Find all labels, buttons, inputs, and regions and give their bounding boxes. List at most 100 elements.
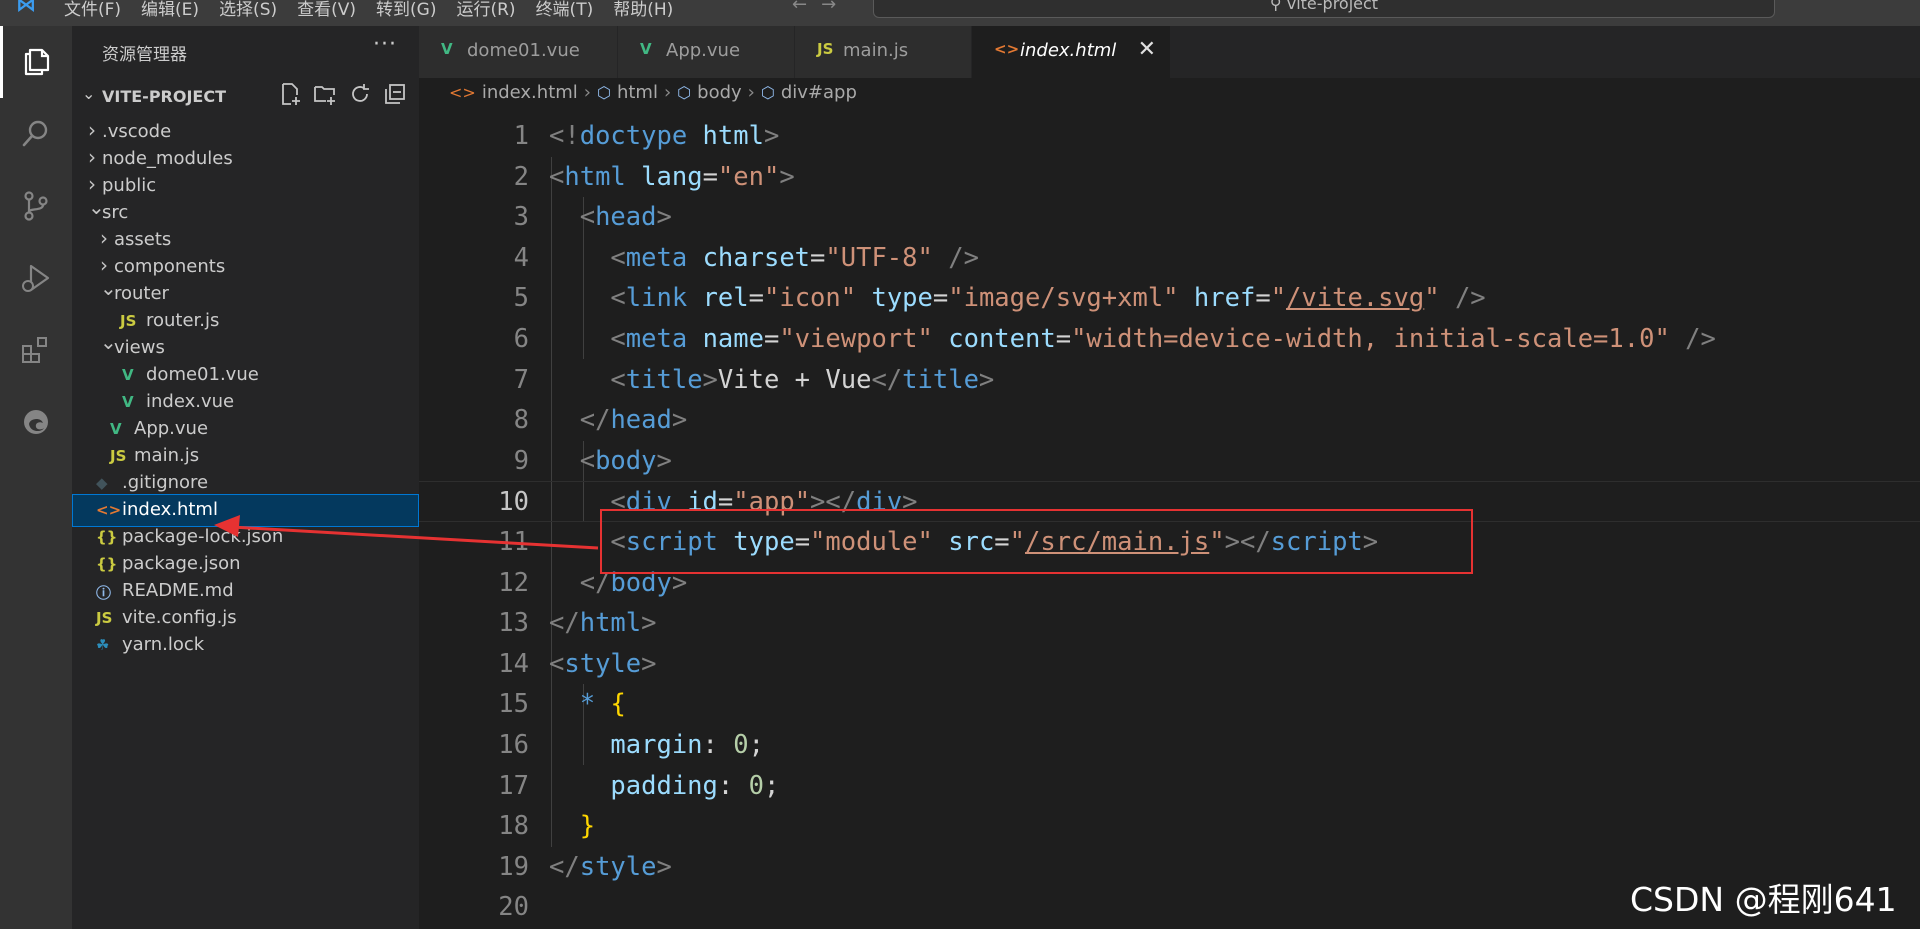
line-number: 1 bbox=[513, 121, 529, 151]
info-icon: ⓘ bbox=[96, 584, 112, 602]
code-text: <!doctype html> bbox=[549, 121, 780, 151]
new-file-icon[interactable] bbox=[277, 81, 303, 107]
tree-item-label: views bbox=[114, 337, 165, 358]
html-file-icon: <> bbox=[449, 83, 476, 102]
tab-App-vue[interactable]: V App.vue bbox=[618, 26, 795, 78]
vue-file-icon: V bbox=[441, 40, 453, 58]
tab-label: dome01.vue bbox=[467, 40, 580, 61]
tab-main-js[interactable]: JS main.js bbox=[795, 26, 972, 78]
code-line: 13 </html> bbox=[419, 603, 1920, 644]
edge-tools-icon[interactable] bbox=[0, 386, 72, 458]
menu-item[interactable]: 转到(G) bbox=[376, 0, 436, 20]
nav-arrows[interactable]: ←→ bbox=[792, 0, 850, 15]
annotation-highlight-box bbox=[600, 509, 1473, 574]
explorer-sidebar: 资源管理器 ··· ⌄ VITE-PROJECT › .vscode › node_m… bbox=[72, 26, 419, 929]
tab-bar: Vdome01.vue V App.vue JS main.js <> index.html… bbox=[419, 26, 1920, 78]
code-text: margin: 0; bbox=[610, 730, 764, 760]
file-item[interactable]: ☘ yarn.lock bbox=[72, 629, 419, 662]
code-line: 16 margin: 0; bbox=[419, 725, 1920, 766]
line-number: 5 bbox=[513, 283, 529, 314]
menu-item[interactable]: 运行(R) bbox=[456, 0, 515, 20]
line-number: 15 bbox=[498, 689, 529, 720]
tab-index-html[interactable]: <> index.html ✕ bbox=[972, 26, 1171, 78]
search-icon: ⚲ bbox=[1269, 0, 1287, 13]
vue-file-icon: V bbox=[122, 393, 134, 411]
editor-area: Vdome01.vue V App.vue JS main.js <> index.html… bbox=[419, 26, 1920, 929]
line-number: 3 bbox=[513, 202, 529, 233]
tree-item-label: node_modules bbox=[102, 148, 233, 169]
close-icon[interactable]: ✕ bbox=[1138, 37, 1156, 62]
menu-item[interactable]: 帮助(H) bbox=[613, 0, 673, 20]
element-icon: ⬡ bbox=[760, 83, 775, 102]
menu-item[interactable]: 编辑(E) bbox=[141, 0, 199, 20]
element-icon: ⬡ bbox=[596, 83, 611, 102]
element-icon: ⬡ bbox=[677, 83, 692, 102]
source-control-icon[interactable] bbox=[0, 170, 72, 242]
breadcrumb-item[interactable]: body bbox=[697, 82, 742, 103]
breadcrumb-item[interactable]: html bbox=[617, 82, 658, 103]
menu-item[interactable]: 查看(V) bbox=[297, 0, 356, 20]
refresh-icon[interactable] bbox=[347, 81, 373, 107]
tree-item-label: components bbox=[114, 256, 226, 277]
line-number: 20 bbox=[498, 892, 529, 923]
code-line: 9 <body> bbox=[419, 441, 1920, 482]
code-line: 4 <meta charset="UTF-8" /> bbox=[419, 238, 1920, 279]
tree-item-label: .vscode bbox=[102, 121, 172, 142]
code-text: </style> bbox=[549, 851, 672, 882]
line-number: 14 bbox=[498, 648, 529, 679]
tab-label: App.vue bbox=[666, 40, 741, 61]
menu-item[interactable]: 选择(S) bbox=[219, 0, 277, 20]
tree-item-label: main.js bbox=[134, 445, 200, 466]
activity-bar bbox=[0, 26, 72, 929]
vue-file-icon: V bbox=[122, 366, 134, 384]
code-line: 5 <link rel="icon" type="image/svg+xml" … bbox=[419, 278, 1920, 319]
more-actions-icon[interactable]: ··· bbox=[373, 32, 397, 57]
line-number: 6 bbox=[513, 324, 529, 354]
code-text: <meta charset="UTF-8" /> bbox=[610, 242, 979, 273]
code-text: <link rel="icon" type="image/svg+xml" hr… bbox=[610, 283, 1486, 314]
tree-item-label: package-lock.json bbox=[122, 526, 284, 547]
js-file-icon: JS bbox=[110, 447, 127, 465]
line-number: 4 bbox=[513, 242, 529, 273]
line-number: 13 bbox=[498, 608, 529, 639]
command-center-search[interactable]: ⚲ vite-project bbox=[873, 0, 1775, 18]
tree-item-label: dome01.vue bbox=[146, 364, 259, 385]
tree-item-label: vite.config.js bbox=[122, 607, 237, 628]
search-icon[interactable] bbox=[0, 98, 72, 170]
run-debug-icon[interactable] bbox=[0, 242, 72, 314]
tree-item-label: router bbox=[114, 283, 169, 304]
menu-item[interactable]: 文件(F) bbox=[64, 0, 121, 20]
collapse-all-icon[interactable] bbox=[382, 81, 408, 107]
new-folder-icon[interactable] bbox=[312, 81, 338, 107]
breadcrumb-item[interactable]: div#app bbox=[781, 82, 857, 103]
yarn-file-icon: ☘ bbox=[96, 636, 110, 654]
chevron-right-icon: › bbox=[100, 226, 108, 250]
code-line: 3 <head> bbox=[419, 197, 1920, 238]
chevron-right-icon: › bbox=[100, 253, 108, 277]
tree-item-label: public bbox=[102, 175, 157, 196]
git-file-icon: ◆ bbox=[96, 474, 108, 492]
code-line: 18 } bbox=[419, 806, 1920, 847]
line-number: 9 bbox=[513, 445, 529, 476]
title-bar: ⋈ 文件(F) 编辑(E) 选择(S) 查看(V) 转到(G) 运行(R) 终端(T) 帮助(… bbox=[0, 0, 1920, 26]
breadcrumb-item[interactable]: index.html bbox=[482, 82, 578, 103]
html-file-icon: <> bbox=[96, 501, 122, 519]
menu-bar: 文件(F) 编辑(E) 选择(S) 查看(V) 转到(G) 运行(R) 终端(T) 帮助(H) bbox=[64, 0, 673, 20]
extensions-icon[interactable] bbox=[0, 314, 72, 386]
chevron-right-icon: › bbox=[88, 145, 96, 169]
line-number: 18 bbox=[498, 811, 529, 842]
menu-item[interactable]: 终端(T) bbox=[536, 0, 594, 20]
tab-label: index.html bbox=[1020, 40, 1117, 61]
breadcrumb: <> index.html › ⬡ html › ⬡ body › ⬡ div#app bbox=[449, 82, 857, 103]
tab-dome01-vue[interactable]: Vdome01.vue bbox=[419, 26, 618, 78]
vue-file-icon: V bbox=[110, 420, 122, 438]
code-line: 17 padding: 0; bbox=[419, 766, 1920, 807]
project-header[interactable]: ⌄ VITE-PROJECT bbox=[72, 81, 419, 111]
chevron-right-icon: › bbox=[747, 82, 755, 103]
code-text: <style> bbox=[549, 648, 657, 679]
tab-label: main.js bbox=[843, 40, 909, 61]
chevron-right-icon: › bbox=[583, 82, 591, 103]
chevron-right-icon: › bbox=[663, 82, 672, 103]
chevron-right-icon: › bbox=[88, 172, 96, 196]
explorer-icon[interactable] bbox=[0, 26, 72, 98]
